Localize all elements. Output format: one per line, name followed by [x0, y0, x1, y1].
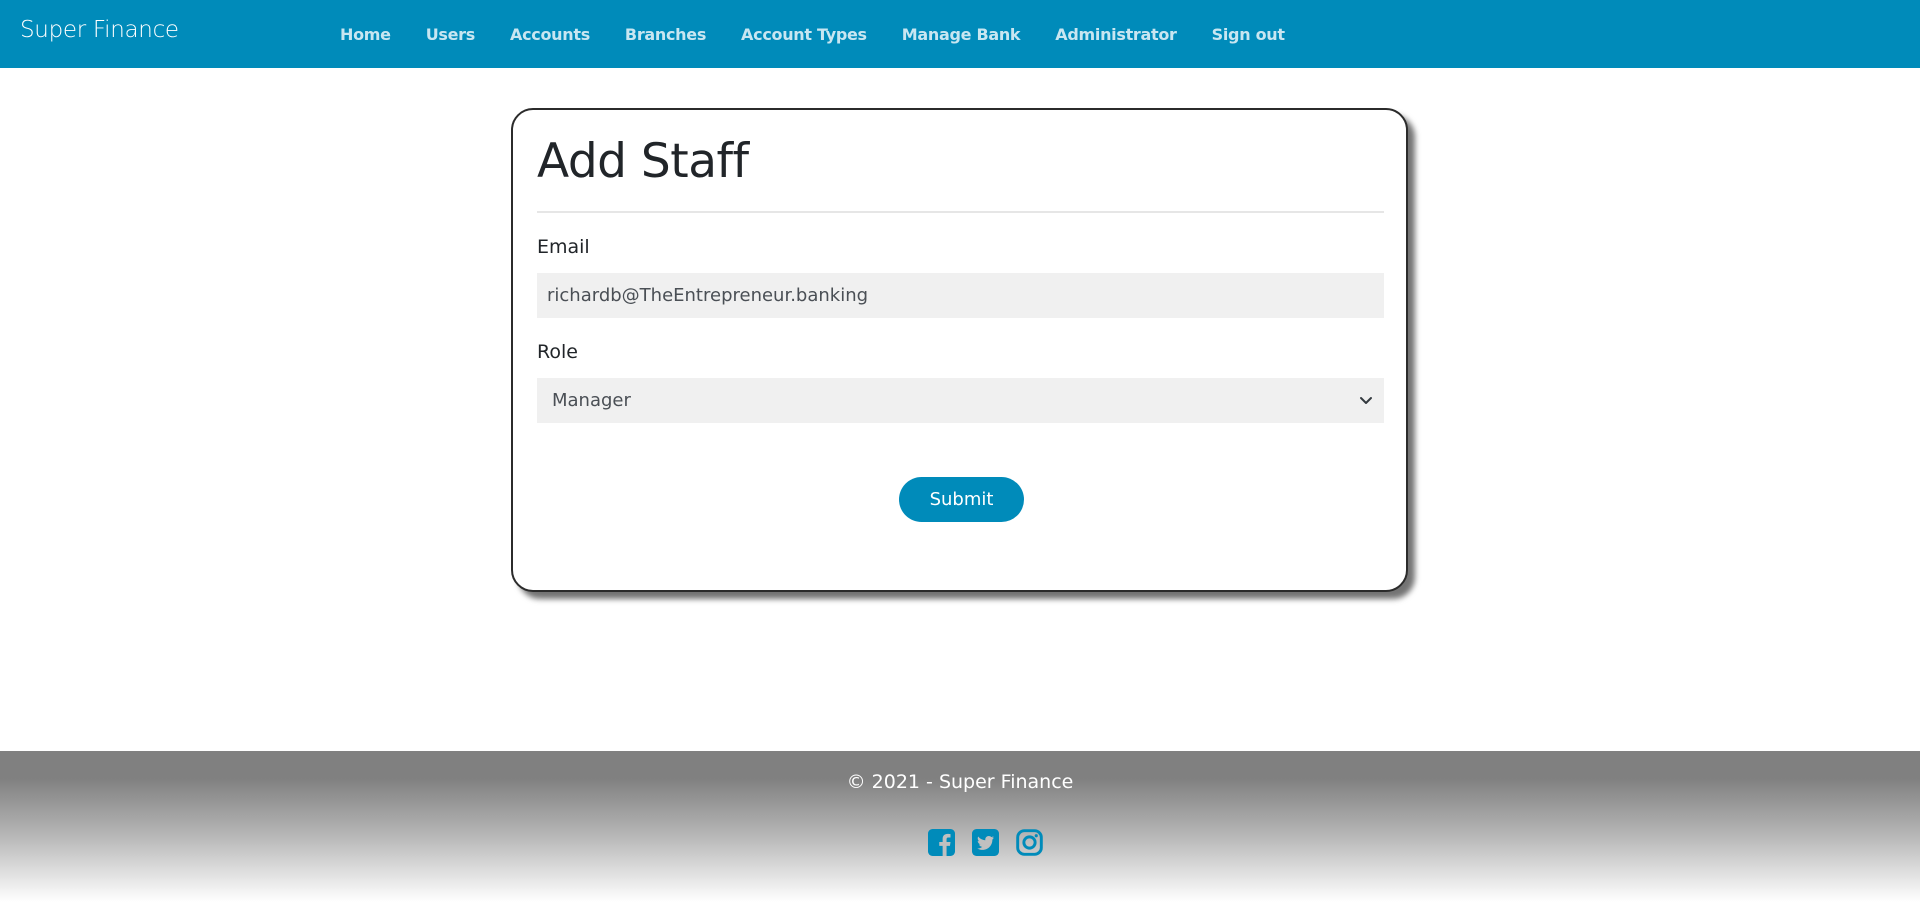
- brand-logo[interactable]: Super Finance: [20, 17, 179, 43]
- role-selected-value: Manager: [552, 390, 631, 411]
- social-links: [928, 829, 1060, 856]
- nav-link-branches[interactable]: Branches: [625, 25, 706, 44]
- submit-button[interactable]: Submit: [899, 477, 1024, 522]
- role-label: Role: [537, 341, 578, 363]
- nav-link-users[interactable]: Users: [426, 25, 476, 44]
- facebook-icon[interactable]: [928, 829, 955, 856]
- nav-link-accounts[interactable]: Accounts: [510, 25, 590, 44]
- footer: © 2021 - Super Finance: [0, 751, 1920, 902]
- nav-link-account-types[interactable]: Account Types: [741, 25, 867, 44]
- chevron-down-icon: [1360, 397, 1372, 404]
- top-navbar: Super Finance Home Users Accounts Branch…: [0, 0, 1920, 68]
- nav-link-sign-out[interactable]: Sign out: [1212, 25, 1285, 44]
- title-divider: [537, 211, 1384, 213]
- email-input[interactable]: richardb@TheEntrepreneur.banking: [537, 273, 1384, 318]
- role-select[interactable]: Manager: [537, 378, 1384, 423]
- page-title: Add Staff: [537, 134, 749, 189]
- twitter-icon[interactable]: [972, 829, 999, 856]
- nav-links: Home Users Accounts Branches Account Typ…: [340, 0, 1320, 68]
- instagram-icon[interactable]: [1016, 829, 1043, 856]
- nav-link-administrator[interactable]: Administrator: [1055, 25, 1177, 44]
- email-value: richardb@TheEntrepreneur.banking: [547, 285, 869, 306]
- nav-link-manage-bank[interactable]: Manage Bank: [902, 25, 1021, 44]
- nav-link-home[interactable]: Home: [340, 25, 391, 44]
- email-label: Email: [537, 236, 590, 258]
- copyright-text: © 2021 - Super Finance: [846, 771, 1074, 793]
- add-staff-card: Add Staff Email richardb@TheEntrepreneur…: [511, 108, 1408, 592]
